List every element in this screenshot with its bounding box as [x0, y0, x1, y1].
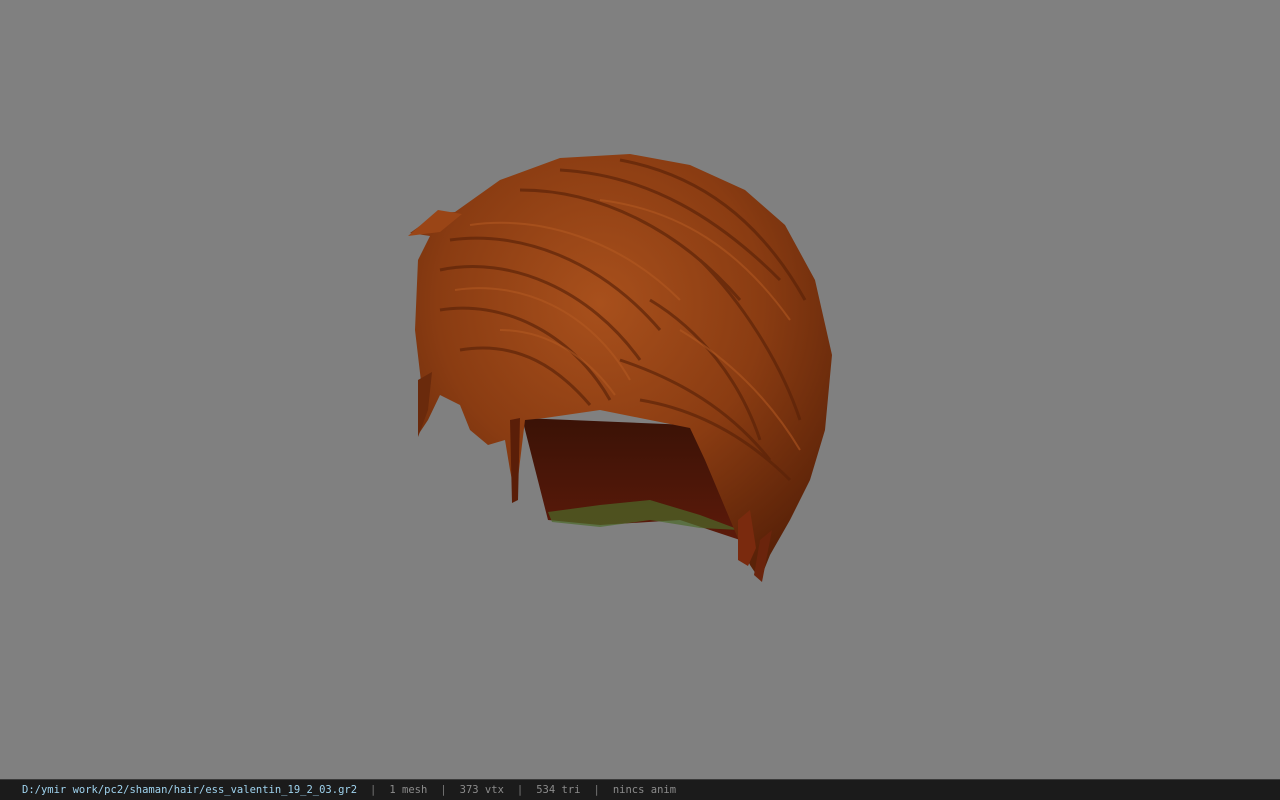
hair-strand-front — [510, 418, 520, 503]
file-path-label: D:/ymir work/pc2/shaman/hair/ess_valenti… — [22, 784, 358, 796]
mesh-count-label: 1 mesh — [389, 784, 428, 796]
3d-viewport[interactable] — [0, 0, 1280, 779]
vertex-count-label: 373 vtx — [459, 784, 504, 796]
anim-status-label: nincs anim — [612, 784, 677, 796]
status-bar: D:/ymir work/pc2/shaman/hair/ess_valenti… — [0, 779, 1280, 800]
status-separator: | — [593, 784, 600, 796]
status-separator: | — [370, 784, 377, 796]
status-separator: | — [516, 784, 524, 796]
hair-model — [408, 154, 832, 582]
triangle-count-label: 534 tri — [536, 784, 581, 796]
status-separator: | — [440, 784, 447, 796]
